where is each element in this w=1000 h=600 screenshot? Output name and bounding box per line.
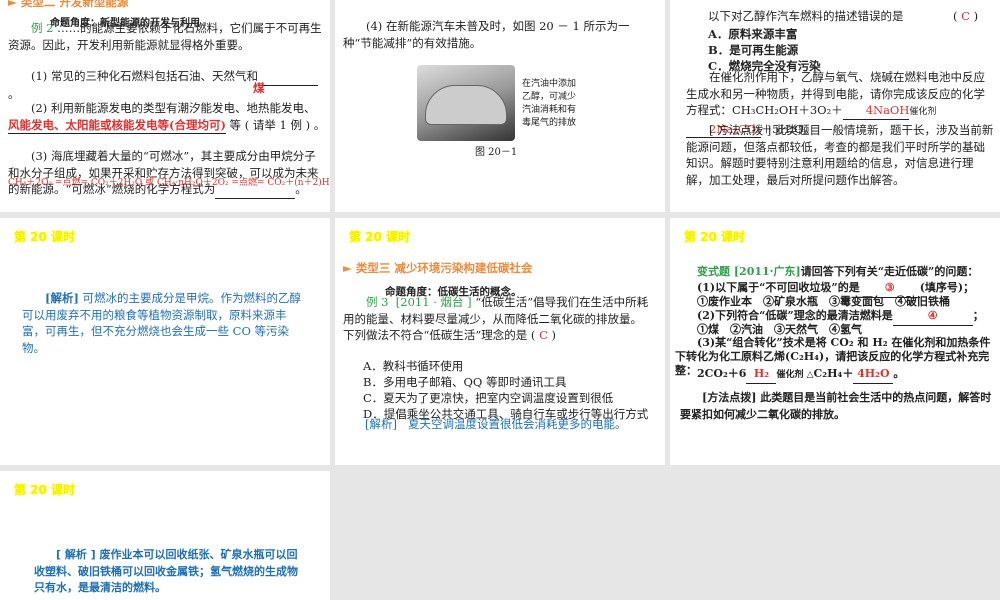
analysis: [解析] 夏天空调温度设置很低会消耗更多的电能。 <box>365 417 627 431</box>
slide-5[interactable]: 第 20 课时 ► 类型三 减少环境污染构建低碳社会 命题角度：低碳生活的概念。… <box>335 218 665 465</box>
method-tip: [方法点拨] 此类题目是当前社会生活中的热点问题，解答时要紧扣如何减少二氧化碳的… <box>680 391 992 421</box>
lesson-header: 第 20 课时 <box>14 483 76 497</box>
answer-1: 煤 <box>253 81 265 95</box>
answer: ( C ) <box>953 9 979 23</box>
equation: 2CO₂＋6 H₂ 催化剂 △C₂H₄＋ 4H₂O。 <box>697 366 904 384</box>
question: 以下对乙醇作汽车燃料的描述错误的是 <box>708 9 904 23</box>
slide-3[interactable]: 以下对乙醇作汽车燃料的描述错误的是 ( C ) A．原料来源丰富 B．是可再生能… <box>670 0 1000 212</box>
lesson-header: 第 20 课时 <box>349 230 411 244</box>
type-heading: ► 类型二 开发新型能源 <box>8 0 129 9</box>
question: 例 3 [2011 · 烟台 ] “低碳生活”倡导我们在生活中所耗用的能量、材料… <box>343 295 649 342</box>
lesson-header: 第 20 课时 <box>684 230 746 244</box>
method-tip: [ 方法点拨 ] 此类题目一般情境新，题干长，涉及当前新能源问题，但落点都较低，… <box>686 123 994 187</box>
slide-4[interactable]: 第 20 课时 [解析] 可燃冰的主要成分是甲烷。作为燃料的乙醇可以用废弃不用的… <box>0 218 330 465</box>
analysis: [ 解析 ] 废作业本可以回收纸张、矿泉水瓶可以回收塑料、破旧铁桶可以回收金属铁… <box>34 548 298 594</box>
car-body <box>425 85 507 125</box>
intro: 例 2 ……的能源主要依赖于化石燃料，它们属于不可再生资源。因此，开发利用新能源… <box>8 21 322 52</box>
slide-2[interactable]: (4) 在新能源汽车未普及时，如图 20 － 1 所示为一种“节能减排”的有效措… <box>335 0 665 212</box>
slide-6[interactable]: 第 20 课时 变式题 [2011·广东]请回答下列有关“走近低碳”的问题： (… <box>670 218 1000 465</box>
slide-1[interactable]: ► 类型二 开发新型能源 命题角度：新型能源的开发与利用 例 2 ……的能源主要… <box>0 0 330 212</box>
option-a: A．教科书循环使用 <box>363 359 464 373</box>
figure-caption: 图 20－1 <box>475 147 518 158</box>
lesson-header: 第 20 课时 <box>14 230 76 244</box>
option-c: C．夏天为了更凉快，把室内空调温度设置到很低 <box>363 391 614 405</box>
question-2: (2) 利用新能源发电的类型有潮汐能发电、地热能发电、 风能发电、太阳能或核能发… <box>8 100 326 134</box>
option-b: B．多用电子邮箱、QQ 等即时通讯工具 <box>363 375 567 389</box>
intro: 变式题 [2011·广东]请回答下列有关“走近低碳”的问题： <box>697 265 979 278</box>
question-4: (4) 在新能源汽车未普及时，如图 20 － 1 所示为一种“节能减排”的有效措… <box>343 19 630 50</box>
option-a: A．原料来源丰富 <box>708 27 798 41</box>
answer-3: CH₄＋2O₂ =点燃= CO₂＋2H₂O 或 CH₄·nH₂O＋2O₂ =点燃… <box>8 178 330 188</box>
car-figure <box>417 65 515 141</box>
analysis: [解析] 可燃冰的主要成分是甲烷。作为燃料的乙醇可以用废弃不用的粮食等植物资源制… <box>22 291 302 355</box>
slide-7[interactable]: 第 20 课时 [ 解析 ] 废作业本可以回收纸张、矿泉水瓶可以回收塑料、破旧铁… <box>0 471 330 600</box>
option-b: B．是可再生能源 <box>708 43 799 57</box>
type-heading: ► 类型三 减少环境污染构建低碳社会 <box>343 261 533 275</box>
question-1: (1) 常见的三种化石燃料包括石油、天然气和 。 <box>8 68 323 102</box>
figure-note: 在汽油中添加乙醇，可减少汽油消耗和有毒尾气的排放 <box>522 79 577 128</box>
